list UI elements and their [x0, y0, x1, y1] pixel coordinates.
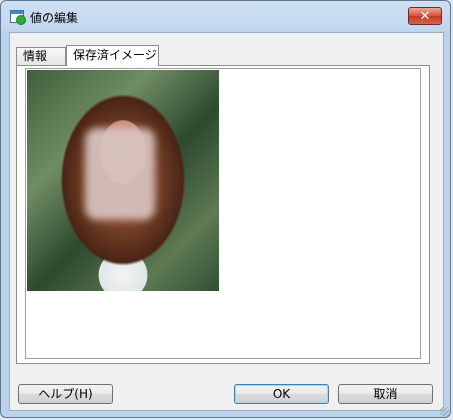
resize-grip[interactable] — [440, 407, 449, 416]
cancel-button[interactable]: 取消 — [338, 384, 433, 404]
tab-saved-image[interactable]: 保存済イメージ — [66, 45, 159, 66]
app-icon — [10, 10, 26, 25]
saved-photo — [27, 70, 219, 291]
close-button[interactable]: ✕ — [408, 7, 442, 25]
blurred-face — [85, 128, 155, 220]
tab-info[interactable]: 情報 — [16, 47, 66, 65]
title-bar: 値の編集 ✕ — [1, 1, 450, 31]
help-button[interactable]: ヘルプ(H) — [18, 384, 113, 404]
dialog-title: 値の編集 — [30, 11, 79, 25]
ok-button[interactable]: OK — [234, 384, 329, 404]
tab-panel — [16, 65, 430, 364]
image-frame — [25, 68, 421, 359]
